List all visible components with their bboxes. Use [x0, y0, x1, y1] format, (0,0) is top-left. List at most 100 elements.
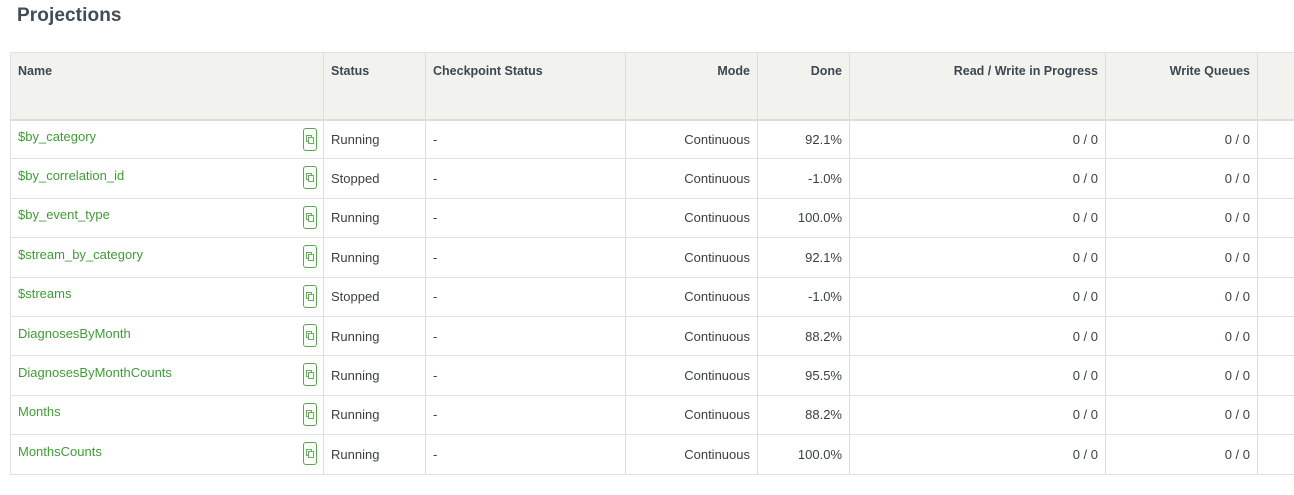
extra-cell	[1257, 316, 1294, 357]
table-row: DiagnosesByMonthCounts Running - Continu…	[10, 355, 1294, 396]
header-done[interactable]: Done	[757, 52, 850, 121]
copy-icon	[306, 449, 314, 459]
status-cell: Running	[323, 395, 426, 436]
table-row: $streams Stopped - Continuous -1.0% 0 / …	[10, 277, 1294, 317]
mode-cell: Continuous	[625, 158, 758, 199]
projection-link[interactable]: Months	[18, 404, 61, 419]
status-cell: Running	[323, 198, 426, 239]
name-cell: DiagnosesByMonth	[10, 316, 324, 357]
write-queues-cell: 0 / 0	[1105, 198, 1258, 239]
extra-cell	[1257, 395, 1294, 436]
copy-button[interactable]	[303, 402, 317, 426]
copy-icon	[306, 409, 314, 419]
copy-button[interactable]	[303, 245, 317, 269]
mode-cell: Continuous	[625, 198, 758, 239]
copy-button[interactable]	[303, 442, 317, 466]
status-cell: Running	[323, 119, 426, 160]
read-write-cell: 0 / 0	[849, 277, 1106, 317]
table-body: $by_category Running - Continuous 92.1% …	[10, 119, 1294, 475]
header-name[interactable]: Name	[10, 52, 324, 121]
mode-cell: Continuous	[625, 316, 758, 357]
mode-cell: Continuous	[625, 434, 758, 475]
checkpoint-status-cell: -	[425, 316, 626, 357]
done-cell: 92.1%	[757, 119, 850, 160]
header-checkpoint-status[interactable]: Checkpoint Status	[425, 52, 626, 121]
projection-link[interactable]: DiagnosesByMonth	[18, 326, 131, 341]
write-queues-cell: 0 / 0	[1105, 277, 1258, 317]
copy-icon	[306, 252, 314, 262]
name-cell: $by_correlation_id	[10, 158, 324, 199]
checkpoint-status-cell: -	[425, 237, 626, 278]
read-write-cell: 0 / 0	[849, 395, 1106, 436]
copy-icon	[306, 291, 314, 301]
page-title: Projections	[17, 5, 122, 26]
mode-cell: Continuous	[625, 395, 758, 436]
header-status[interactable]: Status	[323, 52, 426, 121]
copy-button[interactable]	[303, 363, 317, 387]
read-write-cell: 0 / 0	[849, 237, 1106, 278]
checkpoint-status-cell: -	[425, 355, 626, 396]
copy-icon	[306, 134, 314, 144]
done-cell: 95.5%	[757, 355, 850, 396]
copy-button[interactable]	[303, 166, 317, 190]
name-cell: $streams	[10, 277, 324, 317]
copy-icon	[306, 370, 314, 380]
done-cell: 88.2%	[757, 316, 850, 357]
projection-link[interactable]: $by_correlation_id	[18, 168, 124, 183]
projection-link[interactable]: MonthsCounts	[18, 444, 102, 459]
extra-cell	[1257, 119, 1294, 160]
status-cell: Running	[323, 434, 426, 475]
header-row: Name Status Checkpoint Status Mode Done …	[10, 52, 1294, 121]
write-queues-cell: 0 / 0	[1105, 434, 1258, 475]
write-queues-cell: 0 / 0	[1105, 119, 1258, 160]
done-cell: -1.0%	[757, 277, 850, 317]
extra-cell	[1257, 237, 1294, 278]
done-cell: 100.0%	[757, 198, 850, 239]
status-cell: Stopped	[323, 158, 426, 199]
table-row: $by_correlation_id Stopped - Continuous …	[10, 158, 1294, 199]
read-write-cell: 0 / 0	[849, 316, 1106, 357]
copy-button[interactable]	[303, 284, 317, 308]
read-write-cell: 0 / 0	[849, 434, 1106, 475]
write-queues-cell: 0 / 0	[1105, 237, 1258, 278]
copy-icon	[306, 173, 314, 183]
name-cell: DiagnosesByMonthCounts	[10, 355, 324, 396]
done-cell: 100.0%	[757, 434, 850, 475]
done-cell: 92.1%	[757, 237, 850, 278]
projection-link[interactable]: $by_category	[18, 129, 96, 144]
projections-table: Name Status Checkpoint Status Mode Done …	[10, 52, 1294, 475]
header-write-queues[interactable]: Write Queues	[1105, 52, 1258, 121]
extra-cell	[1257, 277, 1294, 317]
name-cell: $by_event_type	[10, 198, 324, 239]
projection-link[interactable]: $stream_by_category	[18, 247, 143, 262]
table-row: $stream_by_category Running - Continuous…	[10, 237, 1294, 278]
checkpoint-status-cell: -	[425, 434, 626, 475]
read-write-cell: 0 / 0	[849, 158, 1106, 199]
projection-link[interactable]: $by_event_type	[18, 207, 110, 222]
projection-link[interactable]: $streams	[18, 286, 71, 301]
copy-icon	[306, 331, 314, 340]
header-mode[interactable]: Mode	[625, 52, 758, 121]
checkpoint-status-cell: -	[425, 277, 626, 317]
done-cell: -1.0%	[757, 158, 850, 199]
done-cell: 88.2%	[757, 395, 850, 436]
mode-cell: Continuous	[625, 277, 758, 317]
status-cell: Running	[323, 355, 426, 396]
name-cell: $by_category	[10, 119, 324, 160]
table-row: Months Running - Continuous 88.2% 0 / 0 …	[10, 395, 1294, 436]
header-read-write[interactable]: Read / Write in Progress	[849, 52, 1106, 121]
copy-button[interactable]	[303, 323, 317, 347]
table-row: DiagnosesByMonth Running - Continuous 88…	[10, 316, 1294, 357]
table-row: $by_category Running - Continuous 92.1% …	[10, 119, 1294, 160]
copy-button[interactable]	[303, 127, 317, 151]
checkpoint-status-cell: -	[425, 119, 626, 160]
extra-cell	[1257, 198, 1294, 239]
checkpoint-status-cell: -	[425, 395, 626, 436]
copy-button[interactable]	[303, 205, 317, 229]
copy-icon	[306, 212, 314, 222]
checkpoint-status-cell: -	[425, 198, 626, 239]
extra-cell	[1257, 158, 1294, 199]
name-cell: Months	[10, 395, 324, 436]
header-extra	[1257, 52, 1294, 121]
projection-link[interactable]: DiagnosesByMonthCounts	[18, 365, 172, 380]
